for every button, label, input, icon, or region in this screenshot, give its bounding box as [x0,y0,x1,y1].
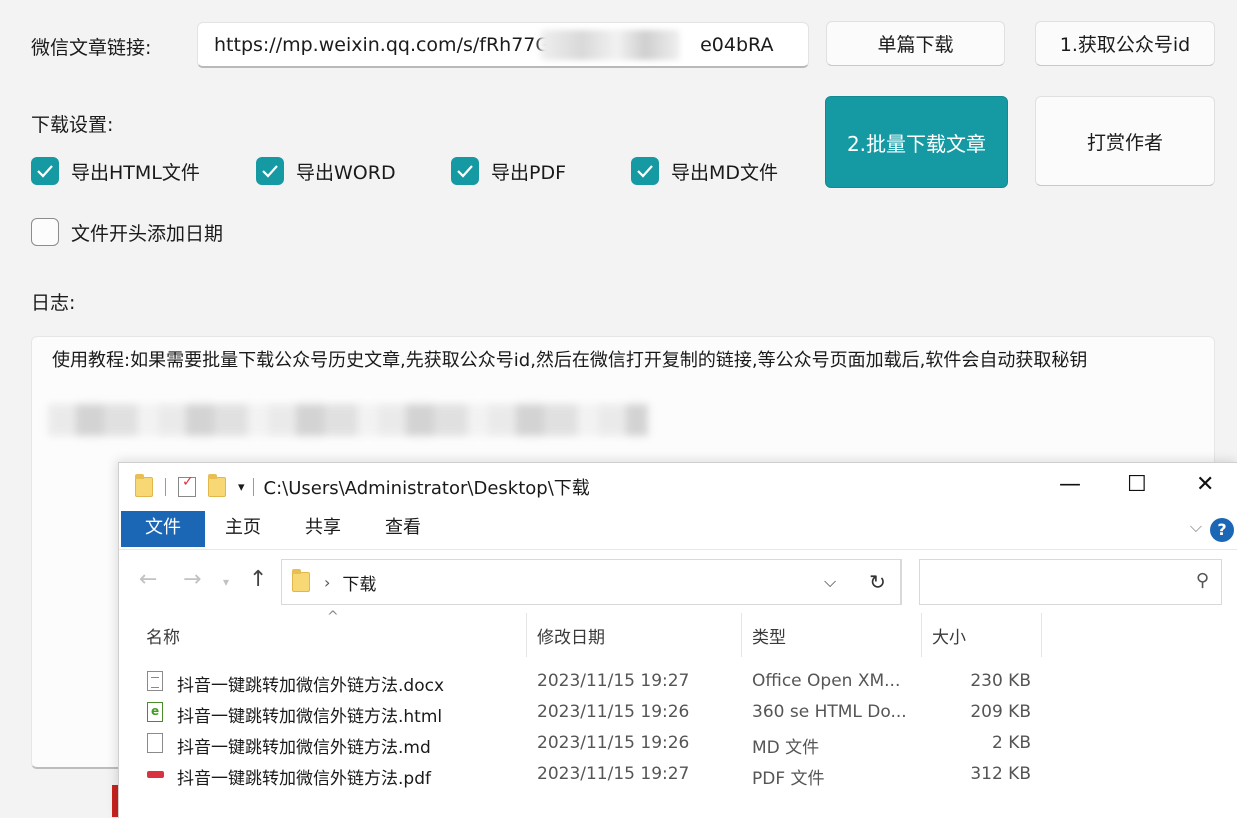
export-option-label: 导出WORD [296,161,396,184]
file-icon [147,671,163,691]
file-size: 2 KB [991,733,1031,753]
log-redaction [48,404,648,436]
address-bar[interactable]: › 下载 ⌵ [281,559,901,605]
folder-icon [135,474,153,497]
tip-author-button[interactable]: 打赏作者 [1035,96,1215,186]
file-name: 抖音一键跳转加微信外链方法.pdf [177,769,431,789]
get-account-id-button[interactable]: 1.获取公众号id [1035,21,1215,66]
file-type: 360 se HTML Do... [752,702,907,722]
export-option-checkbox[interactable]: 导出WORD [256,157,396,185]
checkbox-box[interactable] [451,157,479,185]
properties-icon[interactable]: ✓ [178,474,196,497]
search-input[interactable]: ⚲ [919,559,1222,605]
tab-share[interactable]: 共享 [295,511,351,547]
url-label: 微信文章链接: [31,37,152,59]
recent-dropdown-icon[interactable]: ▾ [223,575,229,589]
column-header-type[interactable]: 类型 [752,623,786,648]
column-divider[interactable] [741,613,742,657]
checkmark-icon [262,165,278,178]
new-folder-icon[interactable] [208,474,226,497]
column-header-size[interactable]: 大小 [932,623,966,648]
up-arrow-icon[interactable]: ↑ [249,567,267,592]
date-prefix-checkbox[interactable]: 文件开头添加日期 [31,218,223,246]
file-row[interactable]: 抖音一键跳转加微信外链方法.html 2023/11/15 19:26 360 se… [147,698,1047,728]
article-url-input[interactable]: https://mp.weixin.qq.com/s/fRh77G e04bRA [197,22,809,68]
address-dropdown-icon[interactable]: ⌵ [824,572,836,592]
export-option-checkbox[interactable]: 导出PDF [451,157,566,185]
url-value: https://mp.weixin.qq.com/s/fRh77G [214,34,551,56]
expand-ribbon-icon[interactable]: ⌵ [1190,517,1202,537]
file-modified: 2023/11/15 19:27 [537,764,690,784]
breadcrumb-chevron-icon: › [324,572,331,592]
file-name: 抖音一键跳转加微信外链方法.html [177,707,443,727]
file-icon [147,702,163,722]
settings-label: 下载设置: [31,114,114,136]
close-button[interactable]: ✕ [1196,472,1214,497]
single-download-button[interactable]: 单篇下载 [826,21,1005,66]
file-row[interactable]: 抖音一键跳转加微信外链方法.docx 2023/11/15 19:27 Office… [147,667,1047,697]
checkmark-icon [457,165,473,178]
forward-arrow-icon[interactable]: → [183,567,201,592]
column-header-modified[interactable]: 修改日期 [537,623,605,648]
file-modified: 2023/11/15 19:26 [537,702,690,722]
column-divider[interactable] [921,613,922,657]
file-name: 抖音一键跳转加微信外链方法.docx [177,676,445,696]
file-size: 312 KB [970,764,1031,784]
export-option-label: 导出MD文件 [671,161,779,184]
file-row[interactable]: 抖音一键跳转加微信外链方法.pdf 2023/11/15 19:27 PDF 文件 3… [147,760,1047,790]
tab-file[interactable]: 文件 [121,511,205,547]
tab-home[interactable]: 主页 [215,511,271,547]
checkbox-box[interactable] [31,157,59,185]
file-size: 209 KB [970,702,1031,722]
checkmark-icon [637,165,653,178]
checkmark-icon [37,165,53,178]
toolbar-separator [165,478,166,496]
column-divider[interactable] [526,613,527,657]
file-type: MD 文件 [752,738,820,758]
checkbox-box[interactable] [256,157,284,185]
folder-icon [292,569,310,592]
file-size: 230 KB [970,671,1031,691]
url-redaction [540,30,680,60]
date-prefix-label: 文件开头添加日期 [71,222,224,245]
file-modified: 2023/11/15 19:26 [537,733,690,753]
breadcrumb[interactable]: 下载 [342,570,376,595]
checkbox-box[interactable] [31,218,59,246]
export-option-checkbox[interactable]: 导出MD文件 [631,157,778,185]
back-arrow-icon[interactable]: ← [139,567,157,592]
export-option-checkbox[interactable]: 导出HTML文件 [31,157,200,185]
explorer-titlebar[interactable]: ✓ ▾ C:\Users\Administrator\Desktop\下载 — … [119,463,1237,511]
help-icon[interactable]: ? [1210,518,1234,542]
batch-download-button[interactable]: 2.批量下载文章 [825,96,1008,188]
checkbox-box[interactable] [631,157,659,185]
ribbon: 文件 主页 共享 查看 ⌵ ? [119,511,1237,550]
file-modified: 2023/11/15 19:27 [537,671,690,691]
minimize-button[interactable]: — [1059,472,1081,497]
search-icon: ⚲ [1195,570,1209,591]
file-name: 抖音一键跳转加微信外链方法.md [177,738,431,758]
file-icon [147,733,163,753]
file-type: PDF 文件 [752,769,825,789]
file-type: Office Open XM... [752,671,901,691]
export-option-label: 导出HTML文件 [71,161,200,184]
maximize-button[interactable]: ☐ [1127,472,1147,497]
url-value-tail: e04bRA [700,34,774,56]
tab-view[interactable]: 查看 [375,511,431,547]
toolbar-separator [252,478,254,496]
file-explorer-window: ✓ ▾ C:\Users\Administrator\Desktop\下载 — … [118,462,1237,818]
export-option-label: 导出PDF [491,161,567,184]
file-icon [147,764,164,784]
column-header-name[interactable]: 名称 [146,623,180,648]
window-title: C:\Users\Administrator\Desktop\下载 [263,478,590,499]
quick-access-dropdown-icon[interactable]: ▾ [238,480,245,495]
log-text: 使用教程:如果需要批量下载公众号历史文章,先获取公众号id,然后在微信打开复制的… [52,350,1088,371]
file-row[interactable]: 抖音一键跳转加微信外链方法.md 2023/11/15 19:26 MD 文件 2 K… [147,729,1047,759]
column-divider[interactable] [1041,613,1042,657]
sort-arrow-icon: ^ [327,609,339,625]
refresh-icon[interactable]: ↻ [854,559,902,605]
log-label: 日志: [31,292,76,314]
